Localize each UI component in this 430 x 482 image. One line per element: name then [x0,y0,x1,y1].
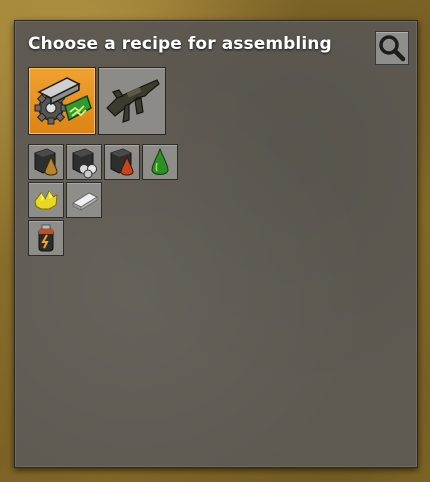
window-frame: Choose a recipe for assembling [0,0,430,482]
window-title: Choose a recipe for assembling [28,34,332,54]
heavy-oil-barrel-icon [34,148,58,176]
recipe-petroleum-barrel[interactable] [104,144,140,180]
recipe-row [28,144,180,180]
sulfur-icon [34,190,58,210]
plastic-bar-icon [71,192,99,211]
recipe-row [28,220,180,256]
battery-icon [38,224,54,252]
recipe-panel: Choose a recipe for assembling [14,20,418,468]
recipe-row [28,182,180,218]
tab-intermediate-products[interactable] [28,67,96,135]
recipe-battery[interactable] [28,220,64,256]
recipe-coal-liquefaction[interactable] [66,144,102,180]
recipe-group-tabs [28,67,168,135]
combat-rifle-icon [106,79,160,123]
recipe-lubricant[interactable] [142,144,178,180]
intermediate-products-icon [34,77,92,125]
petroleum-barrel-icon [110,148,134,176]
recipe-heavy-oil-barrel[interactable] [28,144,64,180]
lubricant-icon [151,147,169,175]
search-button[interactable] [375,31,409,65]
recipe-sulfur[interactable] [28,182,64,218]
recipe-grid [28,144,180,258]
coal-liquefaction-icon [72,148,97,179]
recipe-plastic-bar[interactable] [66,182,102,218]
tab-combat[interactable] [98,67,166,135]
magnifier-icon [379,35,406,62]
